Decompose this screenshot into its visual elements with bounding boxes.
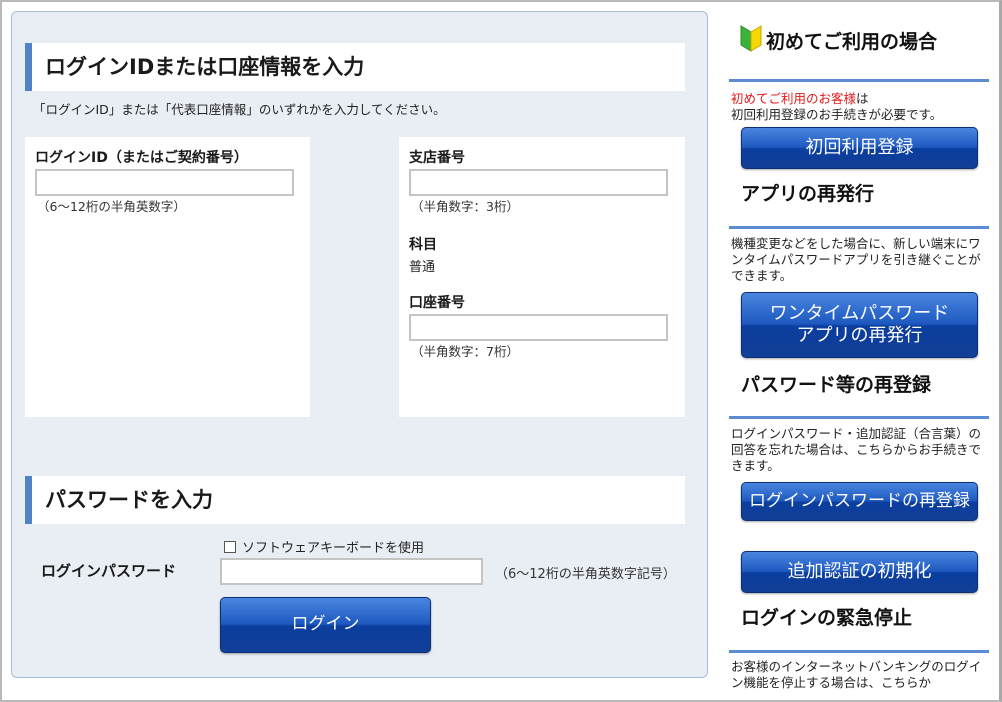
branch-label: 支店番号 <box>409 150 465 166</box>
emergency-stop-text: お客様のインターネットバンキングのログイン機能を停止する場合は、こちらか <box>731 659 982 690</box>
beginner-mark-icon <box>740 24 762 56</box>
subject-value: 普通 <box>409 260 436 275</box>
branch-number-input[interactable] <box>409 169 668 196</box>
login-id-hint: （6～12桁の半角英数字） <box>37 199 186 214</box>
app-reissue-button-line1: ワンタイムパスワード <box>769 302 950 324</box>
branch-hint: （半角数字：3桁） <box>411 199 519 214</box>
login-id-label: ログインID（またはご契約番号） <box>35 150 248 166</box>
app-reissue-title: アプリの再発行 <box>741 183 875 205</box>
login-section-title: ログインIDまたは口座情報を入力 <box>25 43 685 91</box>
auth-reset-button[interactable]: 追加認証の初期化 <box>741 551 978 593</box>
divider <box>729 416 989 419</box>
divider <box>729 226 989 229</box>
first-use-heading: 初めてご利用の場合 <box>740 24 937 56</box>
password-reregister-button[interactable]: ログインパスワードの再登録 <box>741 482 978 521</box>
account-info-box: 支店番号 （半角数字：3桁） 科目 普通 口座番号 （半角数字：7桁） <box>399 137 685 417</box>
first-use-text-suffix: は <box>856 91 869 106</box>
login-panel: ログインIDまたは口座情報を入力 「ログインID」または「代表口座情報」のいずれ… <box>11 11 708 678</box>
software-keyboard-checkbox[interactable] <box>224 540 236 553</box>
subject-label: 科目 <box>409 237 437 253</box>
app-reissue-button-line2: アプリの再発行 <box>796 325 923 346</box>
divider <box>729 650 989 653</box>
password-label: ログインパスワード <box>41 562 177 580</box>
software-keyboard-label: ソフトウェアキーボードを使用 <box>242 541 425 556</box>
login-section-note: 「ログインID」または「代表口座情報」のいずれかを入力してください。 <box>33 102 446 117</box>
first-use-text-line2: 初回利用登録のお手続きが必要です。 <box>731 107 943 122</box>
account-number-input[interactable] <box>409 314 668 341</box>
login-button[interactable]: ログイン <box>220 597 431 653</box>
software-keyboard-option[interactable]: ソフトウェアキーボードを使用 <box>224 537 424 556</box>
app-reissue-button[interactable]: ワンタイムパスワード アプリの再発行 <box>741 292 978 358</box>
first-use-text: 初めてご利用のお客様は 初回利用登録のお手続きが必要です。 <box>731 91 987 123</box>
divider <box>729 79 989 82</box>
password-input[interactable] <box>220 558 483 585</box>
account-hint: （半角数字：7桁） <box>411 344 519 359</box>
app-reissue-text: 機種変更などをした場合に、新しい端末にワンタイムパスワードアプリを引き継ぐことが… <box>731 236 981 283</box>
password-hint: （6～12桁の半角英数字記号） <box>495 567 676 582</box>
login-id-box: ログインID（またはご契約番号） （6～12桁の半角英数字） <box>25 137 310 417</box>
emergency-stop-title: ログインの緊急停止 <box>741 607 913 629</box>
account-label: 口座番号 <box>409 295 465 311</box>
first-use-title: 初めてご利用の場合 <box>766 30 938 53</box>
password-reregister-text: ログインパスワード・追加認証（合言葉）の回答を忘れた場合は、こちらからお手続きで… <box>731 426 982 473</box>
first-use-red-text: 初めてご利用のお客様 <box>731 91 857 106</box>
first-registration-button[interactable]: 初回利用登録 <box>741 127 978 169</box>
password-reregister-title: パスワード等の再登録 <box>741 374 932 396</box>
password-section-title: パスワードを入力 <box>25 476 685 524</box>
login-id-input[interactable] <box>35 169 294 196</box>
